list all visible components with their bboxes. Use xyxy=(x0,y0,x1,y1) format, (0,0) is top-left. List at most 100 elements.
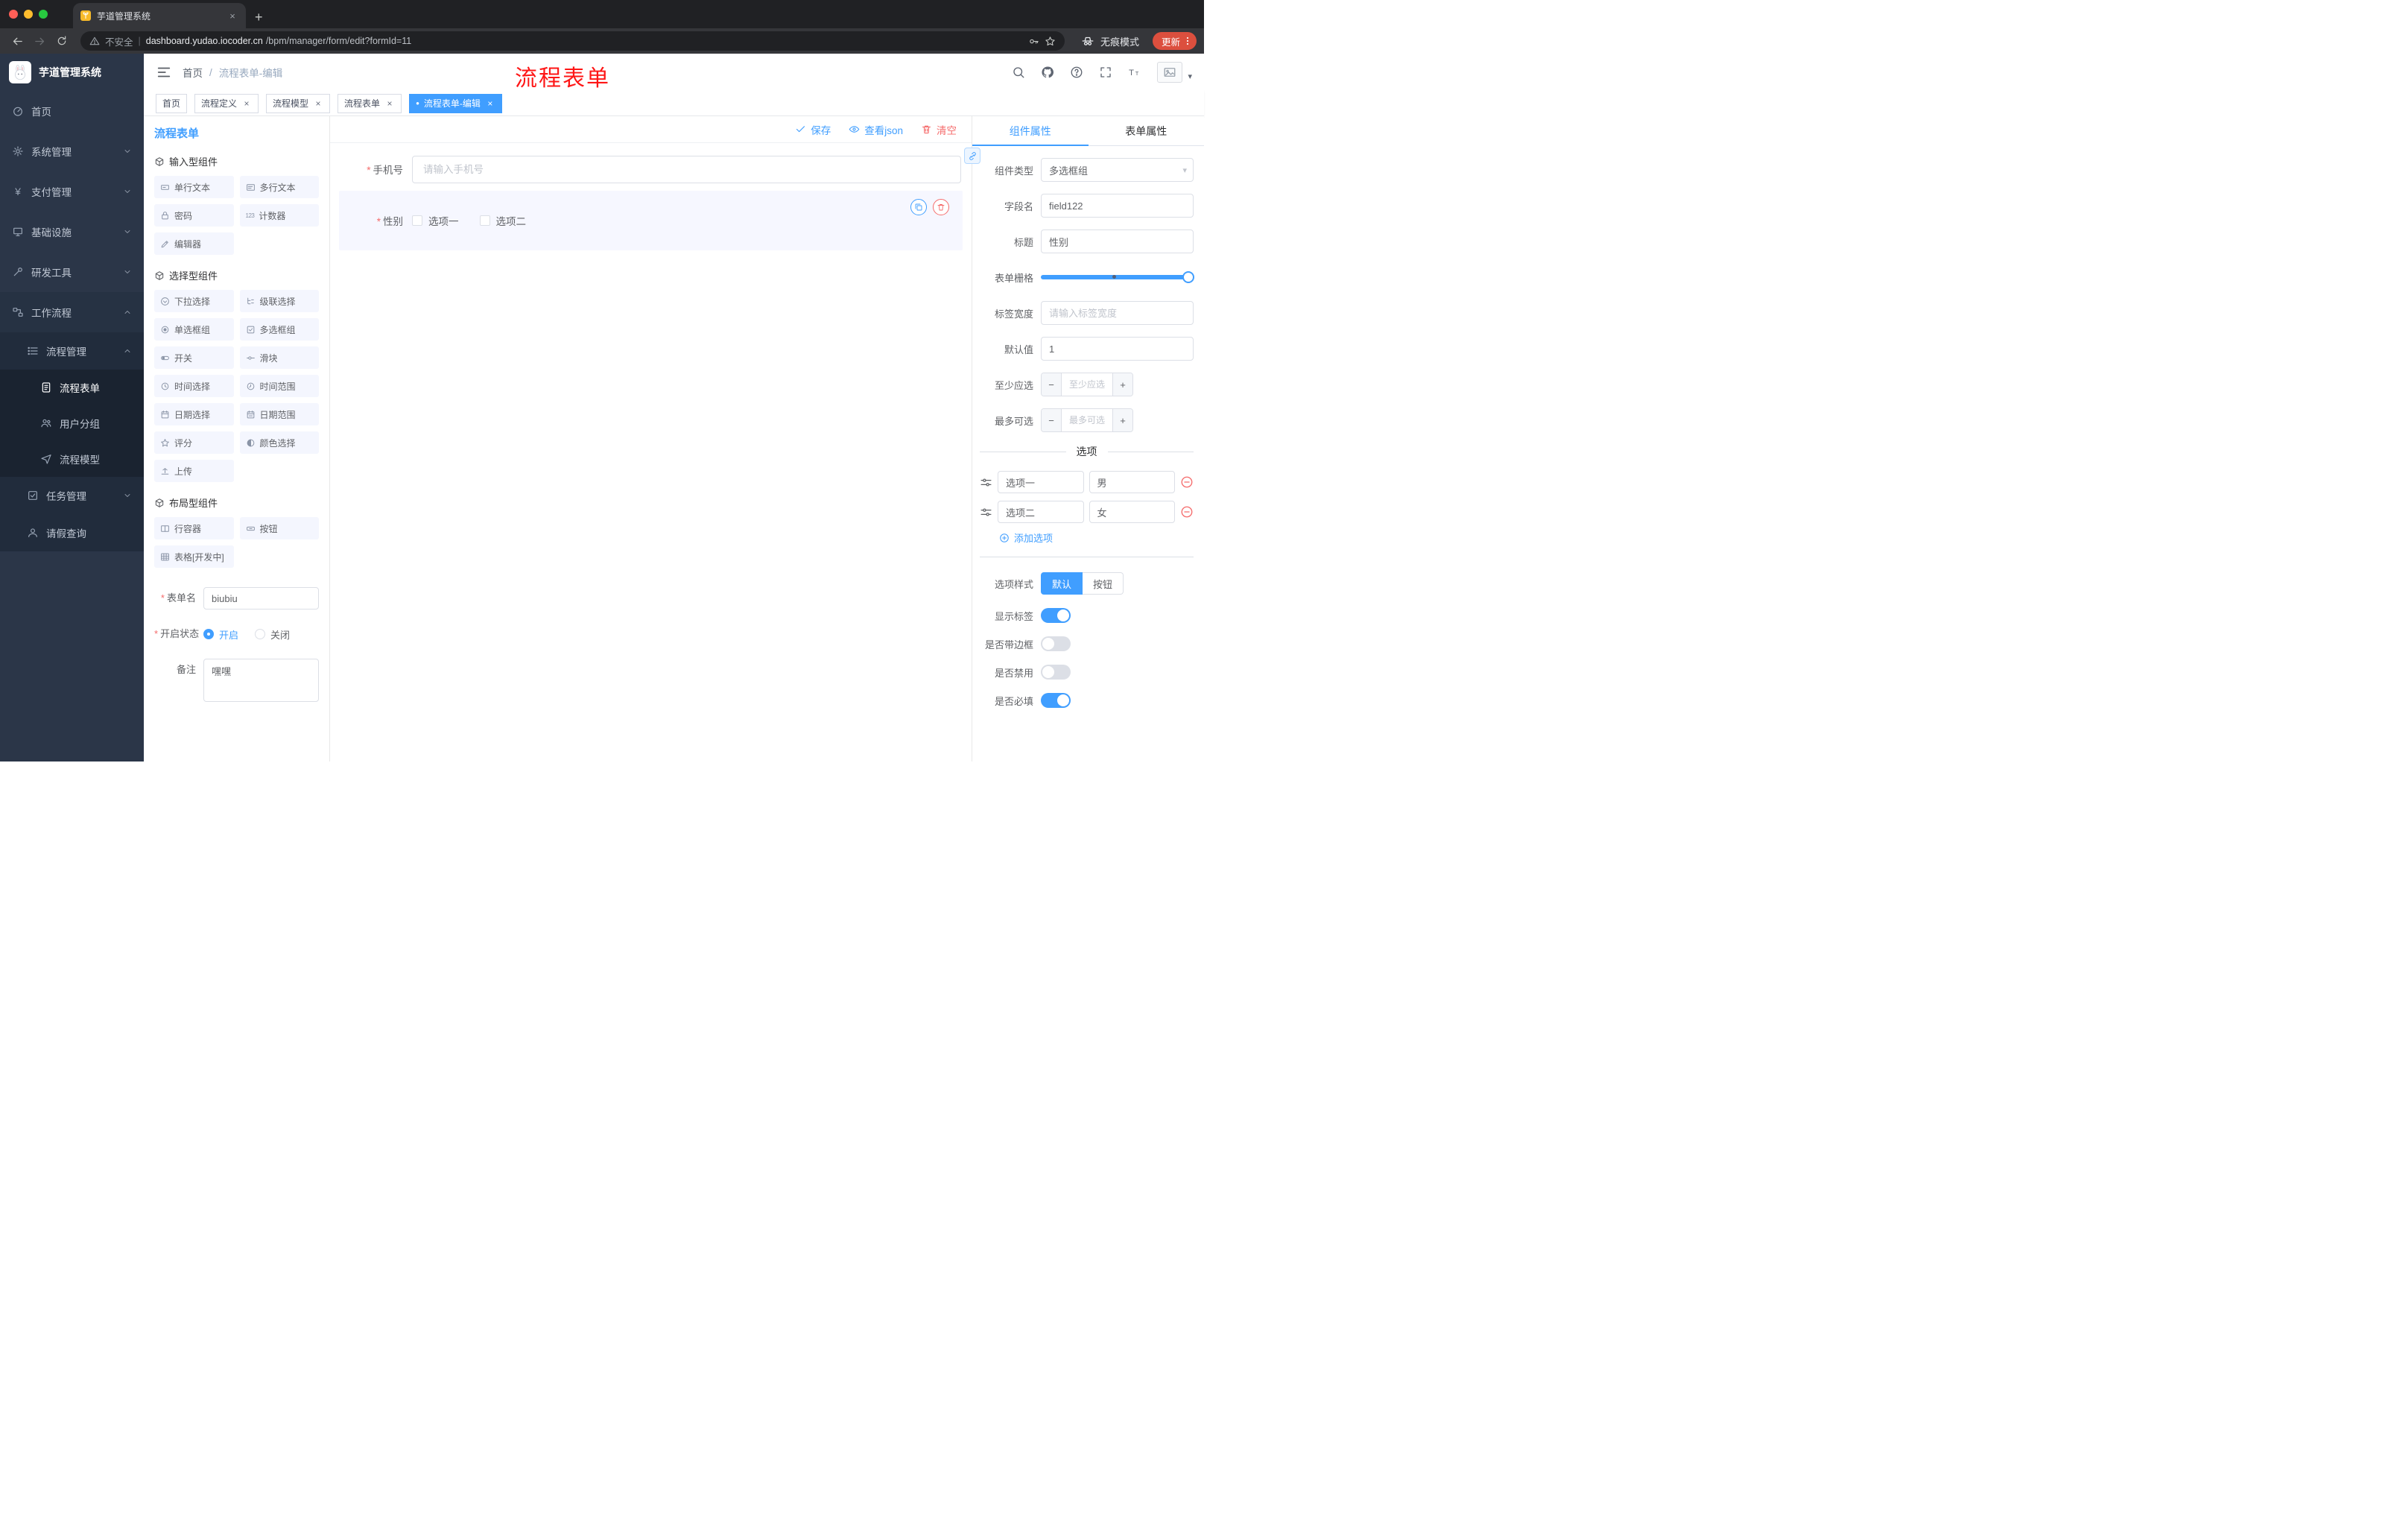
palette-item-button[interactable]: 按钮 xyxy=(239,517,319,539)
avatar-caret-icon[interactable]: ▾ xyxy=(1188,72,1192,81)
palette-item-switch[interactable]: 开关 xyxy=(154,346,234,369)
clear-button[interactable]: 清空 xyxy=(921,122,957,137)
maximize-window-button[interactable] xyxy=(39,10,48,19)
palette-item-editor[interactable]: 编辑器 xyxy=(154,232,234,255)
required-switch[interactable] xyxy=(1041,693,1071,708)
palette-item-cascader[interactable]: 级联选择 xyxy=(239,290,319,312)
bookmark-star-icon[interactable] xyxy=(1045,36,1056,47)
palette-item-time-range[interactable]: 时间范围 xyxy=(239,375,319,397)
style-button-button[interactable]: 按钮 xyxy=(1083,572,1124,595)
save-button[interactable]: 保存 xyxy=(795,122,831,137)
sidebar-item-process-management[interactable]: 流程管理 xyxy=(0,332,144,370)
palette-item-table[interactable]: 表格[开发中] xyxy=(154,545,234,568)
drag-handle-icon[interactable] xyxy=(980,506,992,519)
view-json-button[interactable]: 查看json xyxy=(849,122,903,137)
sidebar-item-payment[interactable]: ¥ 支付管理 xyxy=(0,171,144,212)
reload-button[interactable] xyxy=(52,31,72,51)
title-input[interactable] xyxy=(1041,229,1194,253)
palette-item-rate[interactable]: 评分 xyxy=(154,431,234,454)
logo[interactable]: 芋道管理系统 xyxy=(0,54,144,91)
palette-item-radio-group[interactable]: 单选框组 xyxy=(154,318,234,341)
remove-option-icon[interactable] xyxy=(1180,475,1194,489)
sidebar-item-workflow[interactable]: 工作流程 xyxy=(0,292,144,332)
increase-button[interactable]: + xyxy=(1112,409,1132,431)
tag-close-icon[interactable]: × xyxy=(485,98,495,109)
tag-close-icon[interactable]: × xyxy=(313,98,323,109)
palette-item-slider[interactable]: 滑块 xyxy=(239,346,319,369)
fullscreen-icon[interactable] xyxy=(1099,66,1112,79)
sidebar-item-task-management[interactable]: 任务管理 xyxy=(0,477,144,514)
min-select-input[interactable] xyxy=(1062,373,1112,396)
address-bar[interactable]: 不安全 | dashboard.yudao.iocoder.cn/bpm/man… xyxy=(80,31,1065,51)
grid-slider[interactable] xyxy=(1041,265,1194,289)
delete-component-button[interactable] xyxy=(933,199,949,215)
close-window-button[interactable] xyxy=(9,10,18,19)
password-key-icon[interactable] xyxy=(1028,36,1039,47)
link-button[interactable] xyxy=(964,148,980,164)
tag-process-model[interactable]: 流程模型 × xyxy=(266,93,331,113)
gender-option1-checkbox[interactable]: 选项一 xyxy=(412,213,459,228)
security-label[interactable]: 不安全 xyxy=(105,34,133,48)
github-icon[interactable] xyxy=(1041,66,1054,79)
tag-close-icon[interactable]: × xyxy=(384,98,395,109)
palette-item-date-range[interactable]: 日期范围 xyxy=(239,403,319,425)
field-name-input[interactable] xyxy=(1041,194,1194,218)
decrease-button[interactable]: − xyxy=(1042,373,1062,396)
sidebar-item-user-group[interactable]: 用户分组 xyxy=(0,405,144,441)
label-width-input[interactable] xyxy=(1041,301,1194,325)
phone-input[interactable] xyxy=(412,155,961,183)
tab-form-props[interactable]: 表单属性 xyxy=(1089,116,1205,145)
show-label-switch[interactable] xyxy=(1041,608,1071,623)
option2-value-input[interactable] xyxy=(1089,501,1175,523)
tab-close-icon[interactable]: × xyxy=(226,10,238,22)
menu-kebab-icon[interactable] xyxy=(1182,35,1194,47)
form-name-input[interactable] xyxy=(203,587,319,609)
help-icon[interactable] xyxy=(1070,66,1083,79)
increase-button[interactable]: + xyxy=(1112,373,1132,396)
palette-item-upload[interactable]: 上传 xyxy=(154,460,234,482)
option1-value-input[interactable] xyxy=(1089,471,1175,493)
tab-component-props[interactable]: 组件属性 xyxy=(972,116,1089,146)
palette-item-date-picker[interactable]: 日期选择 xyxy=(154,403,234,425)
max-select-input[interactable] xyxy=(1062,409,1112,431)
gender-option2-checkbox[interactable]: 选项二 xyxy=(479,213,526,228)
sidebar-item-leave-query[interactable]: 请假查询 xyxy=(0,514,144,551)
style-default-button[interactable]: 默认 xyxy=(1041,572,1083,595)
remove-option-icon[interactable] xyxy=(1180,505,1194,519)
slider-handle[interactable] xyxy=(1182,271,1194,283)
back-button[interactable] xyxy=(7,31,27,51)
sidebar-item-home[interactable]: 首页 xyxy=(0,91,144,131)
palette-item-checkbox-group[interactable]: 多选框组 xyxy=(239,318,319,341)
component-type-select[interactable]: 多选框组 ▾ xyxy=(1041,158,1194,182)
palette-item-time-picker[interactable]: 时间选择 xyxy=(154,375,234,397)
field-gender-selected[interactable]: * 性别 选项一 选项二 xyxy=(339,191,963,250)
search-icon[interactable] xyxy=(1012,66,1025,79)
tag-process-definition[interactable]: 流程定义 × xyxy=(194,93,259,113)
palette-item-counter[interactable]: 123 计数器 xyxy=(239,204,319,227)
default-value-input[interactable] xyxy=(1041,337,1194,361)
status-off-radio[interactable]: 关闭 xyxy=(255,627,290,642)
decrease-button[interactable]: − xyxy=(1042,409,1062,431)
palette-item-single-line-text[interactable]: 单行文本 xyxy=(154,176,234,198)
tag-process-form-edit[interactable]: ● 流程表单-编辑 × xyxy=(409,93,502,113)
border-switch[interactable] xyxy=(1041,636,1071,651)
new-tab-button[interactable]: + xyxy=(255,10,263,24)
tag-process-form[interactable]: 流程表单 × xyxy=(338,93,402,113)
tag-close-icon[interactable]: × xyxy=(241,98,252,109)
tag-home[interactable]: 首页 xyxy=(156,93,188,113)
update-browser-button[interactable]: 更新 xyxy=(1152,32,1197,50)
drag-handle-icon[interactable] xyxy=(980,476,992,489)
sidebar-item-system[interactable]: 系统管理 xyxy=(0,131,144,171)
palette-item-color-picker[interactable]: 颜色选择 xyxy=(239,431,319,454)
palette-item-dropdown[interactable]: 下拉选择 xyxy=(154,290,234,312)
palette-item-row-container[interactable]: 行容器 xyxy=(154,517,234,539)
palette-item-multi-line-text[interactable]: 多行文本 xyxy=(239,176,319,198)
option1-label-input[interactable] xyxy=(998,471,1084,493)
field-phone[interactable]: * 手机号 xyxy=(339,155,963,183)
browser-tab[interactable]: 芋道管理系统 × xyxy=(73,3,246,28)
sidebar-item-devtools[interactable]: 研发工具 xyxy=(0,252,144,292)
avatar[interactable] xyxy=(1157,62,1183,83)
form-remark-textarea[interactable]: 嘿嘿 xyxy=(203,659,319,702)
font-size-icon[interactable]: TT xyxy=(1128,66,1141,79)
status-on-radio[interactable]: 开启 xyxy=(203,627,238,642)
